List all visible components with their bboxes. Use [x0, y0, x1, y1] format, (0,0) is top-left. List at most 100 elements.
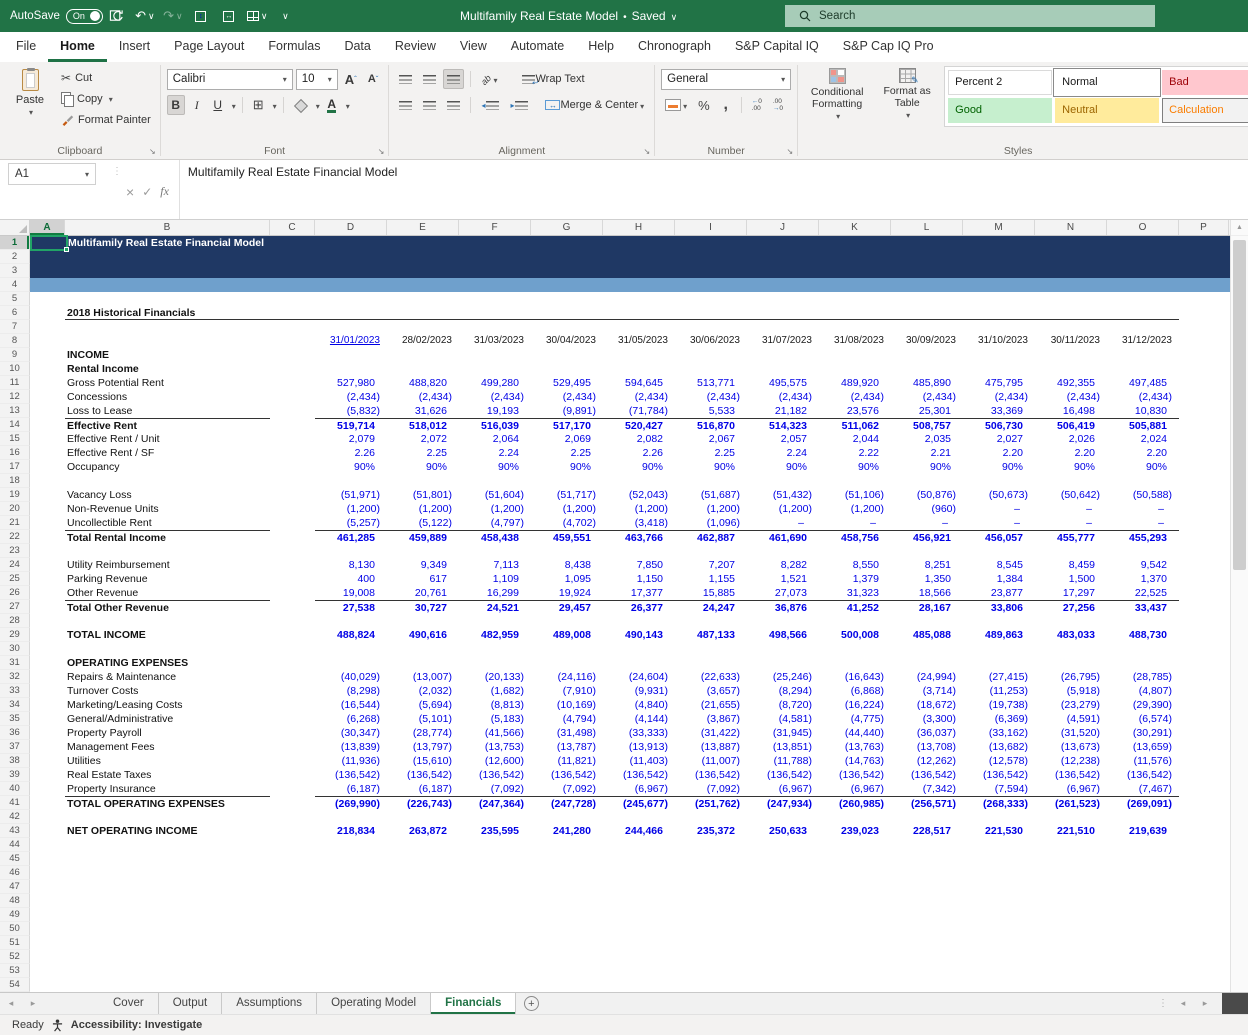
cell[interactable]: 2,044 — [819, 432, 891, 446]
column-header-G[interactable]: G — [531, 220, 603, 235]
cell[interactable]: 22,525 — [1107, 586, 1179, 600]
cell[interactable]: (269,990) — [315, 796, 387, 810]
font-color-dropdown-icon[interactable] — [344, 98, 350, 112]
cell[interactable]: 1,521 — [747, 572, 819, 586]
cell[interactable]: 458,756 — [819, 530, 891, 544]
cell[interactable]: 20,761 — [387, 586, 459, 600]
increase-decimal-button[interactable]: ←0.00 — [748, 95, 766, 115]
select-all-corner[interactable] — [0, 220, 30, 235]
row-header-49[interactable]: 49 — [0, 908, 30, 922]
cell[interactable]: (960) — [891, 502, 963, 516]
align-right-button[interactable] — [443, 95, 464, 115]
row-label[interactable]: Property Payroll — [65, 726, 270, 740]
row-header-1[interactable]: 1 — [0, 236, 30, 250]
cell[interactable] — [459, 306, 531, 320]
row-header-33[interactable]: 33 — [0, 684, 30, 698]
cell[interactable]: (136,542) — [675, 768, 747, 782]
cell[interactable] — [819, 656, 891, 670]
search-box[interactable]: Search — [785, 5, 1155, 27]
cell[interactable]: 489,920 — [819, 376, 891, 390]
cell[interactable]: (1,200) — [603, 502, 675, 516]
align-bottom-button[interactable] — [443, 69, 464, 89]
cell[interactable]: (2,434) — [603, 390, 675, 404]
cell[interactable]: 519,714 — [315, 418, 387, 432]
cell[interactable]: (31,498) — [531, 726, 603, 740]
cell[interactable]: 18,566 — [891, 586, 963, 600]
cell[interactable]: 1,370 — [1107, 572, 1179, 586]
cell[interactable]: (3,418) — [603, 516, 675, 530]
row-header-36[interactable]: 36 — [0, 726, 30, 740]
row-header-32[interactable]: 32 — [0, 670, 30, 684]
cell[interactable] — [270, 460, 315, 474]
column-header-F[interactable]: F — [459, 220, 531, 235]
tab-splitter-handle[interactable] — [1158, 998, 1168, 1009]
cell[interactable]: 459,889 — [387, 530, 459, 544]
horizontal-scrollbar-thumb[interactable] — [1222, 993, 1248, 1014]
cell[interactable]: (136,542) — [747, 768, 819, 782]
cell[interactable] — [603, 656, 675, 670]
menu-tab-formulas[interactable]: Formulas — [256, 32, 332, 62]
cell[interactable] — [675, 656, 747, 670]
row-label[interactable]: Loss to Lease — [65, 404, 270, 418]
cell[interactable] — [65, 334, 270, 348]
row-label[interactable]: Real Estate Taxes — [65, 768, 270, 782]
cell[interactable]: (6,187) — [387, 782, 459, 796]
cell[interactable]: 594,645 — [603, 376, 675, 390]
row-header-14[interactable]: 14 — [0, 418, 30, 432]
row-label[interactable]: Effective Rent / Unit — [65, 432, 270, 446]
cell[interactable]: 456,057 — [963, 530, 1035, 544]
menu-tab-review[interactable]: Review — [383, 32, 448, 62]
cell[interactable]: (245,677) — [603, 796, 675, 810]
cell[interactable]: (23,279) — [1035, 698, 1107, 712]
cell[interactable] — [891, 306, 963, 320]
cell[interactable]: (4,581) — [747, 712, 819, 726]
cell[interactable]: (30,291) — [1107, 726, 1179, 740]
cell[interactable]: 498,566 — [747, 628, 819, 642]
row-label[interactable]: Gross Potential Rent — [65, 376, 270, 390]
cell[interactable]: 228,517 — [891, 824, 963, 838]
cell[interactable]: 490,616 — [387, 628, 459, 642]
row-label[interactable]: Repairs & Maintenance — [65, 670, 270, 684]
cell[interactable] — [270, 628, 315, 642]
cell[interactable]: (4,797) — [459, 516, 531, 530]
cell[interactable]: 2,069 — [531, 432, 603, 446]
cell[interactable]: 1,384 — [963, 572, 1035, 586]
cell[interactable] — [315, 306, 387, 320]
cell[interactable]: 16,498 — [1035, 404, 1107, 418]
cell[interactable]: (8,298) — [315, 684, 387, 698]
cell[interactable]: – — [1107, 516, 1179, 530]
cell[interactable] — [1035, 306, 1107, 320]
cell[interactable]: (12,578) — [963, 754, 1035, 768]
cell[interactable]: (12,238) — [1035, 754, 1107, 768]
cell[interactable]: 19,008 — [315, 586, 387, 600]
cancel-icon[interactable] — [126, 184, 134, 200]
cell[interactable]: 244,466 — [603, 824, 675, 838]
row-header-12[interactable]: 12 — [0, 390, 30, 404]
row-header-31[interactable]: 31 — [0, 656, 30, 670]
cell[interactable]: (2,434) — [891, 390, 963, 404]
cell[interactable]: (6,868) — [819, 684, 891, 698]
cell[interactable]: (3,657) — [675, 684, 747, 698]
cell[interactable]: 2.24 — [459, 446, 531, 460]
cell[interactable]: (269,091) — [1107, 796, 1179, 810]
cell[interactable]: (25,246) — [747, 670, 819, 684]
row-header-46[interactable]: 46 — [0, 866, 30, 880]
row-label[interactable]: TOTAL INCOME — [65, 628, 270, 642]
cell[interactable]: (2,434) — [675, 390, 747, 404]
cell[interactable]: 23,576 — [819, 404, 891, 418]
cell[interactable]: 2,027 — [963, 432, 1035, 446]
cell[interactable] — [315, 348, 387, 362]
cell[interactable]: 497,485 — [1107, 376, 1179, 390]
cell[interactable] — [270, 376, 315, 390]
cell[interactable]: 2.25 — [531, 446, 603, 460]
cell[interactable] — [270, 404, 315, 418]
row-label[interactable]: Total Other Revenue — [65, 600, 270, 614]
italic-button[interactable] — [188, 95, 206, 115]
menu-tab-view[interactable]: View — [448, 32, 499, 62]
row-header-17[interactable]: 17 — [0, 460, 30, 474]
cell[interactable] — [891, 362, 963, 376]
cell[interactable]: (15,610) — [387, 754, 459, 768]
cell[interactable] — [270, 530, 315, 544]
vertical-scrollbar[interactable] — [1230, 220, 1248, 992]
cell[interactable]: (26,795) — [1035, 670, 1107, 684]
